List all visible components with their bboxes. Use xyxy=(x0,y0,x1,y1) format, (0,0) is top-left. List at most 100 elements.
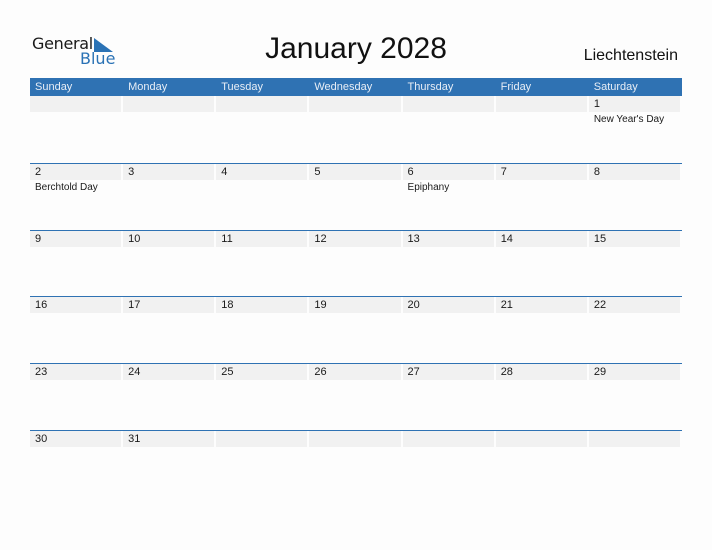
day-number: 2 xyxy=(30,164,122,180)
week-row: 23 24 25 26 27 28 29 xyxy=(30,363,682,431)
country-label: Liechtenstein xyxy=(583,47,678,64)
day-cell: 4 xyxy=(216,164,309,231)
day-number: 18 xyxy=(216,297,308,313)
day-cell: 28 xyxy=(495,364,589,431)
day-cell: 22 xyxy=(588,297,682,364)
day-number: 24 xyxy=(123,364,215,380)
day-number xyxy=(495,431,587,447)
day-cell xyxy=(402,96,496,163)
day-number: 8 xyxy=(588,164,680,180)
day-number: 17 xyxy=(123,297,215,313)
day-cell xyxy=(495,96,589,163)
day-cell: 20 xyxy=(402,297,496,364)
day-number xyxy=(588,431,680,447)
day-cell: 29 xyxy=(588,364,682,431)
day-cell: 2 Berchtold Day xyxy=(30,164,123,231)
day-cell: 12 xyxy=(309,231,402,298)
day-cell xyxy=(216,431,309,498)
day-cell: 16 xyxy=(30,297,123,364)
day-number xyxy=(309,96,401,112)
day-cell: 8 xyxy=(588,164,682,231)
day-number: 29 xyxy=(588,364,680,380)
weekday-sunday: Sunday xyxy=(35,81,73,93)
day-cell: 5 xyxy=(309,164,402,231)
day-number xyxy=(216,431,308,447)
weekday-header: Sunday Monday Tuesday Wednesday Thursday… xyxy=(30,78,682,96)
day-number: 27 xyxy=(402,364,494,380)
day-cell xyxy=(30,96,123,163)
day-number: 3 xyxy=(123,164,215,180)
day-number: 12 xyxy=(309,231,401,247)
week-row: 30 31 xyxy=(30,430,682,498)
day-number xyxy=(216,96,308,112)
weekday-friday: Friday xyxy=(500,81,532,93)
holiday-label: New Year's Day xyxy=(593,114,665,125)
day-cell: 3 xyxy=(123,164,216,231)
day-cell: 30 xyxy=(30,431,123,498)
calendar-grid: Sunday Monday Tuesday Wednesday Thursday… xyxy=(30,78,682,447)
day-number: 21 xyxy=(495,297,587,313)
day-number: 13 xyxy=(402,231,494,247)
day-number: 23 xyxy=(30,364,122,380)
day-cell: 31 xyxy=(123,431,216,498)
day-number: 6 xyxy=(402,164,494,180)
day-number: 22 xyxy=(588,297,680,313)
day-number: 14 xyxy=(495,231,587,247)
day-number: 1 xyxy=(588,96,680,112)
day-cell: 9 xyxy=(30,231,123,298)
day-cell xyxy=(402,431,496,498)
day-number xyxy=(123,96,215,112)
day-number: 20 xyxy=(402,297,494,313)
weekday-tuesday: Tuesday xyxy=(221,81,264,93)
day-number xyxy=(495,96,587,112)
day-number: 4 xyxy=(216,164,308,180)
day-cell: 6 Epiphany xyxy=(402,164,496,231)
day-cell xyxy=(495,431,589,498)
day-cell xyxy=(588,431,682,498)
weekday-wednesday: Wednesday xyxy=(314,81,373,93)
week-row: 2 Berchtold Day 3 4 5 6 Epiphany 7 8 xyxy=(30,163,682,231)
day-number: 7 xyxy=(495,164,587,180)
day-number: 11 xyxy=(216,231,308,247)
day-cell: 7 xyxy=(495,164,589,231)
day-cell xyxy=(123,96,216,163)
day-cell: 24 xyxy=(123,364,216,431)
day-cell: 26 xyxy=(309,364,402,431)
day-cell: 1 New Year's Day xyxy=(588,96,682,163)
day-cell: 17 xyxy=(123,297,216,364)
day-number: 28 xyxy=(495,364,587,380)
weekday-thursday: Thursday xyxy=(407,81,454,93)
day-cell: 14 xyxy=(495,231,589,298)
day-cell xyxy=(309,96,402,163)
week-row: 16 17 18 19 20 21 22 xyxy=(30,296,682,364)
week-row: 1 New Year's Day xyxy=(30,96,682,163)
day-cell: 23 xyxy=(30,364,123,431)
day-number: 19 xyxy=(309,297,401,313)
day-cell: 11 xyxy=(216,231,309,298)
weekday-monday: Monday xyxy=(128,81,168,93)
holiday-label: Berchtold Day xyxy=(35,182,98,193)
week-row: 9 10 11 12 13 14 15 xyxy=(30,230,682,298)
day-number xyxy=(30,96,122,112)
day-cell: 18 xyxy=(216,297,309,364)
day-cell: 15 xyxy=(588,231,682,298)
day-number: 10 xyxy=(123,231,215,247)
day-cell: 27 xyxy=(402,364,496,431)
day-cell xyxy=(309,431,402,498)
day-cell: 19 xyxy=(309,297,402,364)
day-number: 25 xyxy=(216,364,308,380)
day-number: 9 xyxy=(30,231,122,247)
day-number xyxy=(402,96,494,112)
day-number xyxy=(309,431,401,447)
day-number xyxy=(402,431,494,447)
day-number: 15 xyxy=(588,231,680,247)
day-cell: 21 xyxy=(495,297,589,364)
day-number: 30 xyxy=(30,431,122,447)
day-cell: 13 xyxy=(402,231,496,298)
weekday-saturday: Saturday xyxy=(593,81,638,93)
day-number: 31 xyxy=(123,431,215,447)
day-number: 16 xyxy=(30,297,122,313)
day-number: 5 xyxy=(309,164,401,180)
day-cell: 10 xyxy=(123,231,216,298)
day-number: 26 xyxy=(309,364,401,380)
